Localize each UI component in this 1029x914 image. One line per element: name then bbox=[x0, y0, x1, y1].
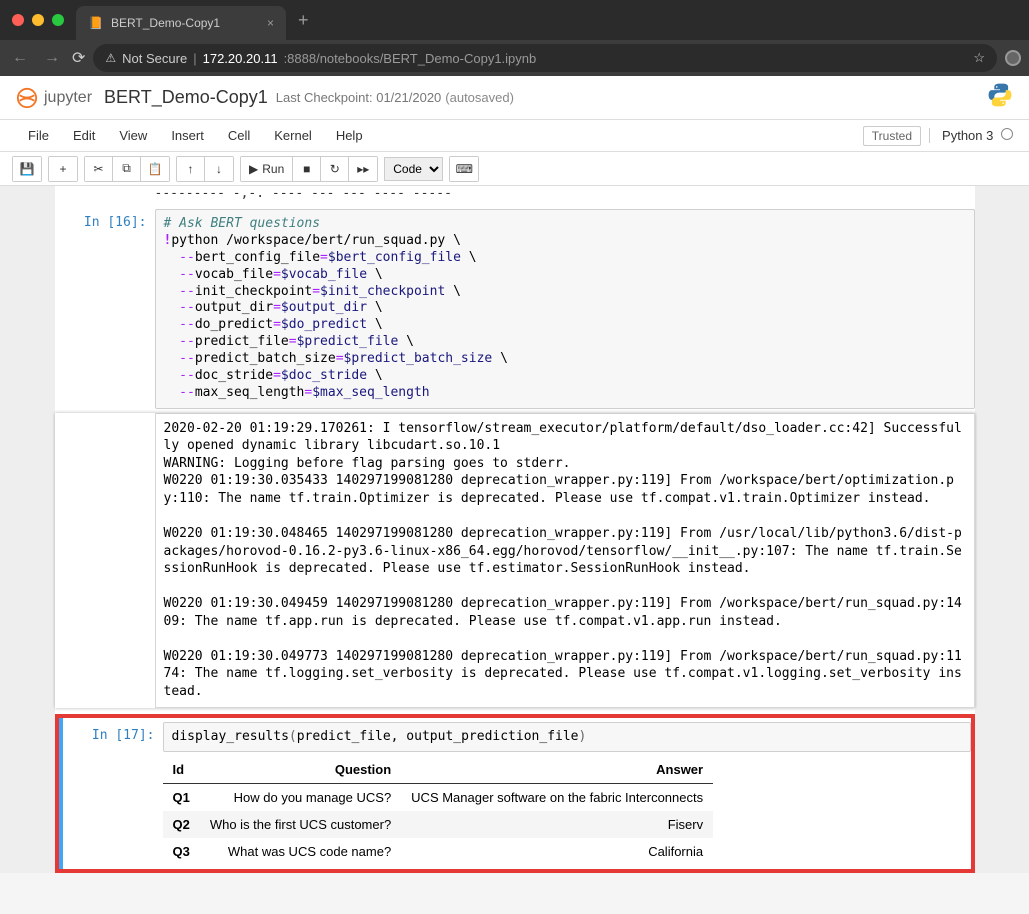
jupyter-logo[interactable]: jupyter bbox=[16, 87, 92, 109]
command-palette-button[interactable]: ⌨ bbox=[450, 157, 478, 181]
in-prompt: In [17]: bbox=[63, 722, 163, 866]
checkpoint-label: Last Checkpoint: 01/21/2020 bbox=[276, 90, 442, 105]
move-down-button[interactable]: ↓ bbox=[205, 157, 233, 181]
output-text: 2020-02-20 01:19:29.170261: I tensorflow… bbox=[155, 413, 975, 708]
run-button[interactable]: ▶ Run bbox=[241, 157, 293, 181]
table-header-question: Question bbox=[200, 756, 401, 784]
table-row: Q3What was UCS code name?California bbox=[163, 838, 714, 865]
code-input[interactable]: # Ask BERT questions !python /workspace/… bbox=[155, 209, 975, 409]
new-tab-button[interactable]: + bbox=[298, 10, 309, 31]
jupyter-favicon: 📙 bbox=[88, 16, 103, 30]
menu-edit[interactable]: Edit bbox=[61, 128, 107, 143]
code-cell-16[interactable]: In [16]: # Ask BERT questions !python /w… bbox=[55, 205, 975, 413]
reload-button[interactable]: ⟳ bbox=[72, 48, 85, 68]
code-cell-17[interactable]: In [17]: display_results(predict_file, o… bbox=[59, 718, 971, 870]
save-button[interactable]: 💾 bbox=[13, 157, 41, 181]
close-tab-icon[interactable]: × bbox=[267, 16, 274, 30]
profile-avatar[interactable] bbox=[1005, 50, 1021, 66]
jupyter-logo-text: jupyter bbox=[44, 89, 92, 107]
url-path: :8888/notebooks/BERT_Demo-Copy1.ipynb bbox=[284, 51, 537, 66]
cut-button[interactable]: ✂ bbox=[85, 157, 113, 181]
copy-button[interactable]: ⧉ bbox=[113, 157, 141, 181]
browser-nav-bar: ← → ⟳ ⚠ Not Secure | 172.20.20.11:8888/n… bbox=[0, 40, 1029, 76]
notebook-name[interactable]: BERT_Demo-Copy1 bbox=[104, 87, 268, 108]
forward-button[interactable]: → bbox=[40, 45, 64, 71]
move-up-button[interactable]: ↑ bbox=[177, 157, 205, 181]
back-button[interactable]: ← bbox=[8, 45, 32, 71]
cell-type-select[interactable]: Code bbox=[384, 157, 443, 181]
tab-title: BERT_Demo-Copy1 bbox=[111, 16, 220, 30]
window-controls bbox=[12, 14, 64, 26]
url-host: 172.20.20.11 bbox=[203, 51, 278, 66]
highlighted-region: In [17]: display_results(predict_file, o… bbox=[55, 714, 975, 874]
menu-kernel[interactable]: Kernel bbox=[262, 128, 324, 143]
kernel-indicator-icon bbox=[1001, 128, 1013, 140]
minimize-window-button[interactable] bbox=[32, 14, 44, 26]
results-table: Id Question Answer Q1How do you manage U… bbox=[163, 756, 714, 865]
table-header-answer: Answer bbox=[401, 756, 713, 784]
table-row: Q1How do you manage UCS?UCS Manager soft… bbox=[163, 784, 714, 812]
menu-bar: File Edit View Insert Cell Kernel Help T… bbox=[0, 120, 1029, 152]
browser-tab-strip: 📙 BERT_Demo-Copy1 × + bbox=[0, 0, 1029, 40]
truncated-output: --------- -,-. ---- --- --- ---- ----- bbox=[55, 186, 975, 205]
table-header-id: Id bbox=[163, 756, 200, 784]
close-window-button[interactable] bbox=[12, 14, 24, 26]
fast-forward-button[interactable]: ▸▸ bbox=[349, 157, 377, 181]
kernel-name[interactable]: Python 3 bbox=[929, 128, 1013, 143]
menu-file[interactable]: File bbox=[16, 128, 61, 143]
jupyter-header: jupyter BERT_Demo-Copy1 Last Checkpoint:… bbox=[0, 76, 1029, 120]
not-secure-icon: ⚠ bbox=[105, 51, 116, 65]
python-logo-icon bbox=[987, 82, 1013, 114]
browser-tab[interactable]: 📙 BERT_Demo-Copy1 × bbox=[76, 6, 286, 40]
address-bar[interactable]: ⚠ Not Secure | 172.20.20.11:8888/noteboo… bbox=[93, 44, 997, 72]
menu-cell[interactable]: Cell bbox=[216, 128, 262, 143]
menu-insert[interactable]: Insert bbox=[159, 128, 216, 143]
not-secure-label: Not Secure bbox=[122, 51, 187, 66]
add-cell-button[interactable]: + bbox=[49, 157, 77, 181]
maximize-window-button[interactable] bbox=[52, 14, 64, 26]
out-prompt-empty bbox=[55, 413, 155, 708]
output-cell-16: 2020-02-20 01:19:29.170261: I tensorflow… bbox=[55, 413, 975, 708]
bookmark-star-icon[interactable]: ☆ bbox=[973, 50, 985, 66]
restart-kernel-button[interactable]: ↻ bbox=[321, 157, 349, 181]
table-row: Q2Who is the first UCS customer?Fiserv bbox=[163, 811, 714, 838]
menu-help[interactable]: Help bbox=[324, 128, 375, 143]
in-prompt: In [16]: bbox=[55, 209, 155, 409]
code-input[interactable]: display_results(predict_file, output_pre… bbox=[163, 722, 971, 753]
autosaved-label: (autosaved) bbox=[445, 90, 514, 105]
toolbar: 💾 + ✂ ⧉ 📋 ↑ ↓ ▶ Run ■ ↻ ▸▸ Code ⌨ bbox=[0, 152, 1029, 186]
stop-button[interactable]: ■ bbox=[293, 157, 321, 181]
menu-view[interactable]: View bbox=[107, 128, 159, 143]
trusted-badge[interactable]: Trusted bbox=[863, 126, 921, 146]
paste-button[interactable]: 📋 bbox=[141, 157, 169, 181]
